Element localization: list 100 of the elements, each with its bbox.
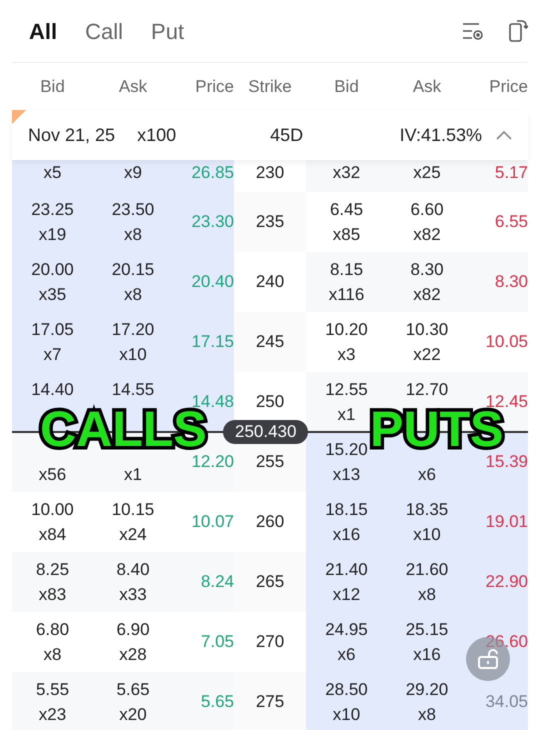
ask-size: x22	[413, 344, 441, 366]
strike-price: 245	[256, 331, 284, 354]
bid-size: x23	[38, 704, 66, 726]
last-price: 8.30	[494, 272, 528, 292]
bid-price: 5.55	[36, 678, 70, 700]
bid-size: x83	[38, 584, 66, 606]
ask-price: 10.15	[112, 498, 154, 520]
last-price: 5.17	[494, 163, 528, 182]
last-price: 34.05	[485, 692, 528, 712]
bid-size: x5	[44, 162, 62, 184]
ask-size: x10	[413, 524, 441, 546]
bid-size: x12	[332, 584, 360, 606]
bid-size: x56	[38, 464, 66, 486]
ask-size: x20	[119, 704, 147, 726]
bid-size: x10	[332, 704, 360, 726]
bid-price: 28.50	[325, 678, 368, 700]
ask-price: 17.20	[112, 318, 154, 340]
last-price: 19.01	[485, 512, 528, 532]
bid-price: 10.20	[325, 318, 368, 340]
bid-size: x84	[38, 524, 66, 546]
ask-price: 29.20	[406, 678, 448, 700]
days-to-expiry: 45D	[270, 124, 304, 146]
strike-price: 240	[256, 271, 284, 294]
ask-price: 25.15	[406, 618, 448, 640]
bid-size: x7	[44, 344, 62, 366]
collapse-icon[interactable]	[496, 130, 512, 140]
ask-price: 18.35	[406, 498, 448, 520]
strike-price: 260	[256, 511, 284, 534]
ask-size: x24	[119, 524, 147, 546]
bid-price: 21.40	[325, 558, 368, 580]
column-header: Ask	[412, 76, 442, 96]
bid-price: 6.80	[36, 618, 70, 640]
last-price: 12.20	[191, 452, 234, 472]
ask-size: x1	[124, 464, 142, 486]
ask-price: 14.55	[112, 378, 154, 400]
ask-price: 10.30	[406, 318, 448, 340]
strike-price: 255	[256, 451, 284, 474]
last-price: 10.05	[485, 332, 528, 352]
list-settings-icon[interactable]	[462, 21, 484, 41]
column-header: Price	[489, 76, 528, 96]
last-price: 7.05	[200, 632, 234, 652]
corner-flag-icon	[12, 110, 26, 124]
column-header: Strike	[248, 76, 292, 96]
bid-price: 17.05	[31, 318, 74, 340]
ask-size: x28	[119, 644, 147, 666]
bid-price: 6.45	[330, 198, 364, 220]
ask-price: 12.70	[406, 378, 448, 400]
rotate-icon[interactable]	[508, 19, 528, 43]
strike-price: 270	[256, 631, 284, 654]
ask-size: x82	[413, 224, 441, 246]
ask-size: x16	[413, 644, 441, 666]
bid-price: 8.25	[36, 558, 70, 580]
underlying-price-tag: 250.430	[223, 420, 308, 444]
bid-price: 15.20	[325, 438, 368, 460]
ask-size: x8	[418, 704, 436, 726]
ask-size: x33	[119, 584, 147, 606]
ask-price: 8.30	[410, 258, 444, 280]
ask-price: 6.90	[116, 618, 150, 640]
bid-price: 12.55	[325, 378, 368, 400]
contract-multiplier: x100	[137, 124, 176, 146]
bid-price: 14.40	[31, 378, 74, 400]
tab[interactable]: All	[29, 14, 58, 48]
bid-size: x8	[44, 644, 62, 666]
ask-size: x10	[119, 344, 147, 366]
tab[interactable]: Call	[85, 14, 124, 48]
ask-price: 6.60	[410, 198, 444, 220]
bid-size: x1	[338, 404, 356, 426]
last-price: 26.60	[485, 632, 528, 652]
last-price: 8.24	[200, 572, 234, 592]
column-header: Bid	[334, 76, 359, 96]
ask-price: 20.15	[112, 258, 154, 280]
last-price: 17.15	[191, 332, 234, 352]
unlock-icon	[477, 649, 499, 669]
last-price: 5.65	[200, 692, 234, 712]
bid-size: x13	[332, 464, 360, 486]
last-price: 10.07	[191, 512, 234, 532]
bid-price: 10.00	[31, 498, 74, 520]
last-price: 6.55	[494, 212, 528, 232]
bid-size: x16	[332, 524, 360, 546]
last-price: 26.85	[191, 163, 234, 182]
implied-volatility: IV:41.53%	[400, 124, 482, 146]
bid-size: x35	[38, 284, 66, 306]
ask-size: x9	[124, 162, 142, 184]
last-price: 23.30	[191, 212, 234, 232]
tab[interactable]: Put	[151, 14, 184, 48]
ask-size: x25	[413, 162, 441, 184]
bid-price: 20.00	[31, 258, 74, 280]
bid-size: x3	[338, 344, 356, 366]
bid-price: 8.15	[330, 258, 364, 280]
ask-size: x6	[418, 464, 436, 486]
last-price: 22.90	[485, 572, 528, 592]
ask-size: x82	[413, 284, 441, 306]
bid-size: x19	[38, 224, 66, 246]
bid-size: x85	[332, 224, 360, 246]
ask-size: x8	[124, 224, 142, 246]
ask-price: 8.40	[116, 558, 150, 580]
bid-size: x32	[332, 162, 360, 184]
bid-size: x6	[338, 644, 356, 666]
bid-price: 24.95	[325, 618, 368, 640]
last-price: 15.39	[485, 452, 528, 472]
